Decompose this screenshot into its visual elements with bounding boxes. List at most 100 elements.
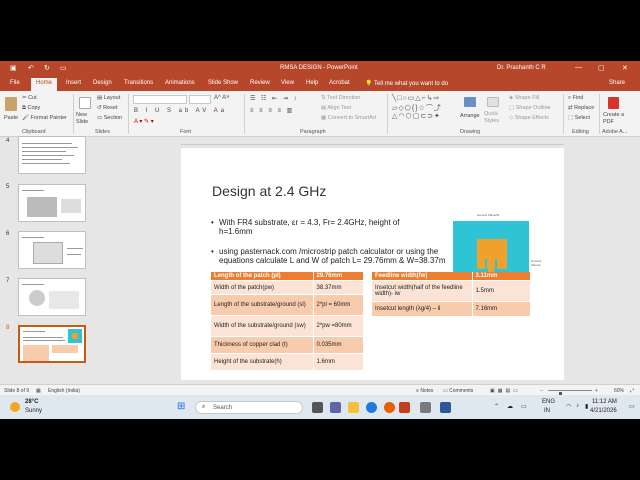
arrange-button[interactable]: Arrange bbox=[460, 113, 480, 119]
tab-view[interactable]: View bbox=[281, 80, 294, 86]
find-button[interactable]: ⌕ Find bbox=[568, 95, 583, 102]
view-buttons[interactable]: ▣▦▤▭ bbox=[490, 388, 521, 394]
list-buttons[interactable]: ☰ ☷ ⇤ ⇥ ↕ bbox=[250, 95, 298, 102]
tab-design[interactable]: Design bbox=[93, 80, 112, 86]
spellcheck-icon[interactable]: ▦ bbox=[36, 388, 41, 394]
replace-button[interactable]: ⇄ Replace bbox=[568, 105, 594, 111]
convert-smartart-button[interactable]: ▦ Convert to SmartArt bbox=[321, 115, 376, 121]
tray-chevron-icon[interactable]: ⌃ bbox=[494, 403, 499, 410]
tab-acrobat[interactable]: Acrobat bbox=[329, 80, 350, 86]
quick-styles-button[interactable]: Quick Styles bbox=[484, 111, 506, 125]
cloud-icon[interactable]: ☁ bbox=[507, 403, 513, 410]
create-pdf-button[interactable]: Create a PDF bbox=[603, 112, 627, 126]
select-button[interactable]: ⬚ Select bbox=[568, 115, 590, 121]
input-language[interactable]: ENG bbox=[542, 399, 555, 405]
reset-button[interactable]: ↺ Reset bbox=[97, 105, 118, 111]
firefox-icon[interactable] bbox=[384, 402, 395, 413]
font-grow-icon[interactable]: A^ A˅ bbox=[214, 95, 230, 101]
new-slide-button[interactable]: New Slide bbox=[76, 112, 94, 126]
paste-button[interactable]: Paste bbox=[4, 115, 18, 121]
battery-icon[interactable]: ▮ bbox=[585, 403, 588, 410]
slide-thumbnail-4[interactable] bbox=[18, 136, 86, 174]
shapes-gallery-row3[interactable]: △◠⬡▢⊂⊃✦ bbox=[392, 112, 441, 120]
slide-title[interactable]: Design at 2.4 GHz bbox=[212, 183, 326, 199]
word-icon[interactable] bbox=[440, 402, 451, 413]
zoom-in-button[interactable]: + bbox=[595, 388, 598, 394]
tab-help[interactable]: Help bbox=[306, 80, 318, 86]
tab-review[interactable]: Review bbox=[250, 80, 270, 86]
shape-effects-button[interactable]: ◇ Shape Effects bbox=[509, 115, 549, 121]
tab-file[interactable]: File bbox=[10, 80, 20, 86]
align-buttons[interactable]: ≡ ≡ ≡ ≡ ▥ bbox=[250, 107, 294, 114]
divider bbox=[244, 94, 245, 134]
user-name[interactable]: Dr. Prashanth C R bbox=[497, 65, 546, 71]
task-view-icon[interactable] bbox=[312, 402, 323, 413]
share-button[interactable]: Share bbox=[609, 80, 625, 86]
drive-icon[interactable]: ▭ bbox=[521, 403, 527, 410]
teams-icon[interactable] bbox=[330, 402, 341, 413]
sun-icon[interactable] bbox=[10, 402, 20, 412]
close-button[interactable]: ✕ bbox=[622, 64, 628, 72]
clock-date[interactable]: 4/21/2026 bbox=[590, 408, 617, 414]
quick-styles-icon[interactable] bbox=[487, 97, 499, 107]
volume-icon[interactable]: ♪ bbox=[576, 403, 579, 409]
section-button[interactable]: ▭ Section bbox=[97, 115, 122, 121]
weather-text[interactable]: Sunny bbox=[25, 408, 42, 414]
tab-slide-show[interactable]: Slide Show bbox=[208, 80, 238, 86]
present-icon[interactable]: ▭ bbox=[60, 64, 67, 72]
app-icon[interactable] bbox=[420, 402, 431, 413]
feedline-table[interactable]: Feedline width(fw) 3.11mm Insetcut width… bbox=[372, 272, 531, 317]
tab-animations[interactable]: Animations bbox=[165, 80, 195, 86]
zoom-level[interactable]: 60% bbox=[614, 388, 624, 394]
comments-button[interactable]: ▭ Comments bbox=[443, 388, 473, 394]
wifi-icon[interactable]: ◠ bbox=[566, 403, 571, 410]
slide-thumbnail-6[interactable] bbox=[18, 231, 86, 269]
notes-button[interactable]: ≡ Notes bbox=[416, 388, 433, 394]
slide-thumbnail-8[interactable] bbox=[18, 325, 86, 363]
cut-button[interactable]: ✂ Cut bbox=[22, 95, 37, 101]
fit-slide-icon[interactable]: ⤢ bbox=[630, 388, 634, 394]
create-pdf-icon[interactable] bbox=[608, 97, 619, 109]
format-painter-button[interactable]: 🖌 Format Painter bbox=[22, 115, 67, 121]
font-color-icon[interactable]: A ▾ ✎ ▾ bbox=[134, 118, 154, 125]
shapes-gallery[interactable]: ╲□○▭△⌐↳⇨ bbox=[392, 94, 441, 102]
font-name-box[interactable] bbox=[133, 95, 187, 104]
font-size-box[interactable] bbox=[189, 95, 211, 104]
slide-counter: Slide 8 of 9 bbox=[4, 388, 30, 394]
align-text-button[interactable]: ▤ Align Text bbox=[321, 105, 351, 111]
windows-start-icon[interactable]: ⊞ bbox=[177, 401, 185, 412]
minimize-button[interactable]: — bbox=[575, 64, 582, 71]
new-slide-icon[interactable] bbox=[79, 97, 91, 109]
file-explorer-icon[interactable] bbox=[348, 402, 359, 413]
undo-icon[interactable]: ↶ bbox=[28, 64, 34, 72]
font-format-buttons[interactable]: B I U S ab AV Aa bbox=[134, 108, 227, 114]
shape-outline-button[interactable]: ▢ Shape Outline bbox=[509, 105, 551, 111]
slide-thumbnail-7[interactable] bbox=[18, 278, 86, 316]
redo-icon[interactable]: ↻ bbox=[44, 64, 50, 72]
text-direction-button[interactable]: ⇅ Text Direction bbox=[321, 95, 360, 101]
arrange-icon[interactable] bbox=[464, 97, 476, 107]
clock-time[interactable]: 11:12 AM bbox=[592, 399, 617, 405]
save-icon[interactable]: ▣ bbox=[10, 64, 17, 72]
zoom-out-button[interactable]: − bbox=[540, 388, 543, 394]
copy-button[interactable]: ⧉ Copy bbox=[22, 105, 40, 112]
powerpoint-icon[interactable] bbox=[399, 402, 410, 413]
shape-fill-button[interactable]: ◈ Shape Fill bbox=[509, 95, 539, 101]
tab-transitions[interactable]: Transitions bbox=[124, 80, 153, 86]
maximize-button[interactable]: ▢ bbox=[598, 64, 605, 72]
taskbar-search[interactable]: ⌕ Search bbox=[195, 401, 303, 414]
notification-icon[interactable]: ▭ bbox=[629, 403, 635, 410]
slide-thumbnail-5[interactable] bbox=[18, 184, 86, 222]
patch-dimensions-table[interactable]: Length of the patch (pl) 29.76mm Width o… bbox=[211, 272, 364, 371]
temperature[interactable]: 28°C bbox=[25, 399, 38, 405]
tab-insert[interactable]: Insert bbox=[66, 80, 81, 86]
language-indicator[interactable]: English (India) bbox=[48, 388, 80, 394]
slide-canvas[interactable]: Design at 2.4 GHz • With FR4 substrate, … bbox=[181, 148, 564, 380]
edge-icon[interactable] bbox=[366, 402, 377, 413]
zoom-slider[interactable] bbox=[548, 390, 592, 399]
paste-icon[interactable] bbox=[5, 97, 17, 111]
tell-me-search[interactable]: 💡 Tell me what you want to do bbox=[365, 80, 448, 87]
input-region[interactable]: IN bbox=[544, 408, 550, 414]
tab-home[interactable]: Home bbox=[31, 78, 58, 91]
layout-button[interactable]: ▤ Layout bbox=[97, 95, 120, 101]
